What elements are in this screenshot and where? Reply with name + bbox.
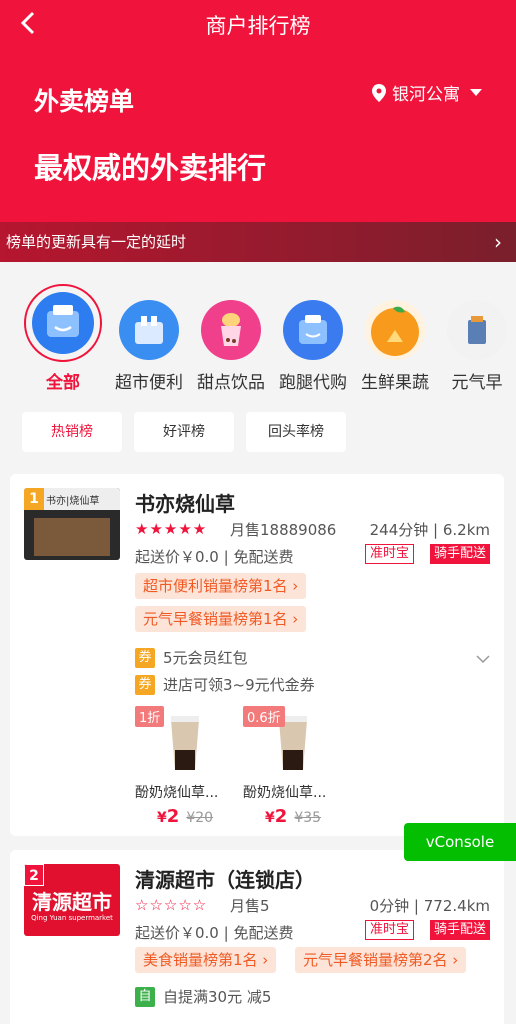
promo-item: 自 自提满30元 减5 <box>135 986 271 1007</box>
promo-item: 券 5元会员红包 <box>135 647 248 668</box>
category-all[interactable]: 全部 <box>18 282 108 393</box>
promo-item: 券 进店可领3~9元代金券 <box>135 674 315 695</box>
min-order-fee: 起送价￥0.0 | 免配送费 <box>135 924 294 942</box>
chevron-down-icon <box>476 655 490 664</box>
rider-delivery-badge: 骑手配送 <box>429 920 490 940</box>
rank-number: 1 <box>24 488 44 510</box>
rank-tabs: 热销榜 好评榜 回头率榜 <box>22 412 346 452</box>
category-row: 全部 超市便利 甜点饮品 跑腿代购 生鲜果蔬 元气早 <box>0 282 516 402</box>
discount-badge: 0.6折 <box>243 706 285 727</box>
product-name: 酚奶烧仙草... <box>135 785 219 801</box>
delivery-distance: 0分钟 | 772.4km <box>369 897 490 915</box>
caret-down-icon <box>470 89 482 96</box>
rank-number: 2 <box>24 864 44 886</box>
shop-thumbnail: 书亦|烧仙草 1 <box>24 488 120 560</box>
expand-promos-button[interactable] <box>476 650 490 668</box>
category-supermarket[interactable]: 超市便利 <box>104 282 194 393</box>
shopping-bag-icon <box>119 300 179 360</box>
chevron-right-icon: › <box>494 230 502 254</box>
basket-icon <box>32 292 94 354</box>
product-card[interactable]: 0.6折 酚奶烧仙草... ¥2 ¥35 <box>243 706 343 827</box>
discount-badge: 1折 <box>135 706 165 727</box>
tab-good-reviews[interactable]: 好评榜 <box>134 412 234 452</box>
min-order-fee: 起送价￥0.0 | 免配送费 <box>135 548 294 566</box>
shop-thumbnail-subtext: Qing Yuan supermarket <box>31 914 113 922</box>
category-dessert[interactable]: 甜点饮品 <box>186 282 276 393</box>
breakfast-icon <box>447 300 507 360</box>
orange-icon <box>365 300 425 360</box>
product-image: 1折 <box>135 706 235 776</box>
pickup-icon: 自 <box>135 986 155 1007</box>
monthly-sales: 月售18889086 <box>230 521 337 539</box>
category-fresh[interactable]: 生鲜果蔬 <box>350 282 440 393</box>
monthly-sales: 月售5 <box>230 897 270 915</box>
header-title: 外卖榜单 <box>34 87 135 116</box>
location-label: 银河公寓 <box>392 85 460 105</box>
shop-name: 清源超市（连锁店） <box>135 868 315 892</box>
ontime-badge: 准时宝 <box>364 920 414 940</box>
product-card[interactable]: 1折 酚奶烧仙草... ¥2 ¥20 <box>135 706 235 827</box>
product-price: ¥2 ¥35 <box>264 806 322 827</box>
ontime-badge: 准时宝 <box>364 544 414 564</box>
vconsole-button[interactable]: vConsole <box>404 823 516 861</box>
rank-badge[interactable]: 元气早餐销量榜第1名 › <box>135 606 307 632</box>
page-header: 商户排行榜 外卖榜单 最权威的外卖排行 银河公寓 <box>0 0 516 222</box>
shop-card[interactable]: 书亦|烧仙草 1 书亦烧仙草 ★★★★★ 月售18889086 244分钟 | … <box>10 474 504 836</box>
tab-hot-sales[interactable]: 热销榜 <box>22 412 122 452</box>
location-selector[interactable]: 银河公寓 <box>372 80 482 105</box>
delivery-distance: 244分钟 | 6.2km <box>369 521 490 539</box>
rating-stars: ☆☆☆☆☆ <box>135 896 208 914</box>
shop-card[interactable]: 清源超市 Qing Yuan supermarket 2 清源超市（连锁店） ☆… <box>10 850 504 1024</box>
product-price: ¥2 ¥20 <box>156 806 214 827</box>
basket-icon <box>283 300 343 360</box>
location-pin-icon <box>372 83 386 102</box>
notice-text: 榜单的更新具有一定的延时 <box>6 233 187 251</box>
rider-delivery-badge: 骑手配送 <box>429 544 490 564</box>
coupon-icon: 券 <box>135 674 155 695</box>
rating-stars: ★★★★★ <box>135 520 208 538</box>
nav-title: 商户排行榜 <box>205 14 311 38</box>
update-notice[interactable]: 榜单的更新具有一定的延时 › <box>0 222 516 262</box>
shop-thumbnail: 清源超市 Qing Yuan supermarket 2 <box>24 864 120 936</box>
shop-thumbnail-text: 清源超市 <box>32 890 112 914</box>
rank-badge[interactable]: 超市便利销量榜第1名 › <box>135 573 307 599</box>
header-slogan: 最权威的外卖排行 <box>34 151 267 185</box>
product-name: 酚奶烧仙草... <box>243 785 327 801</box>
rank-badge[interactable]: 元气早餐销量榜第2名 › <box>295 947 467 973</box>
category-breakfast[interactable]: 元气早 <box>432 282 516 393</box>
coupon-icon: 券 <box>135 647 155 668</box>
shop-thumbnail-text: 书亦|烧仙草 <box>46 496 100 507</box>
shop-name: 书亦烧仙草 <box>135 492 235 516</box>
category-errand[interactable]: 跑腿代购 <box>268 282 358 393</box>
tab-repeat-rate[interactable]: 回头率榜 <box>246 412 346 452</box>
milk-tea-icon <box>201 300 261 360</box>
rank-badge[interactable]: 美食销量榜第1名 › <box>135 947 277 973</box>
product-image: 0.6折 <box>243 706 343 776</box>
